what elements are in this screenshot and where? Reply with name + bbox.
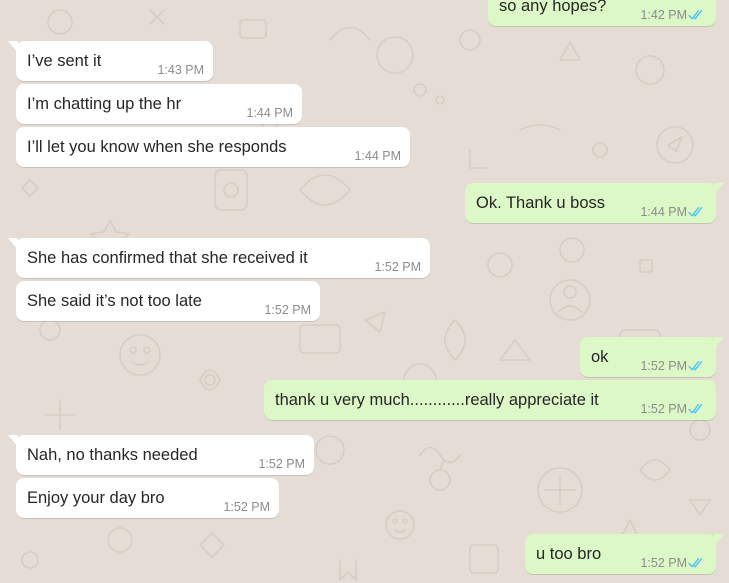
- message-timestamp: 1:52 PM: [374, 260, 421, 274]
- message-timestamp: 1:44 PM: [354, 149, 401, 163]
- message-bubble-incoming[interactable]: I’m chatting up the hr 1:44 PM: [16, 84, 302, 124]
- message-text: She said it’s not too late: [27, 292, 202, 310]
- bubble-tail: [8, 435, 18, 447]
- message-timestamp: 1:52 PM: [223, 500, 270, 514]
- message-bubble-incoming[interactable]: She has confirmed that she received it 1…: [8, 238, 430, 278]
- message-text: I’ll let you know when she responds: [27, 138, 287, 156]
- message-timestamp: 1:52 PM: [264, 303, 311, 317]
- bubble-tail: [714, 534, 724, 546]
- message-text: u too bro: [536, 545, 602, 563]
- message-text: She has confirmed that she received it: [27, 249, 308, 267]
- message-timestamp: 1:42 PM: [640, 8, 687, 22]
- message-timestamp: 1:52 PM: [258, 457, 305, 471]
- chat-background: so any hopes? 1:42 PM I’ve sent it 1:43 …: [0, 0, 729, 583]
- message-bubble-incoming[interactable]: I’ll let you know when she responds 1:44…: [16, 127, 410, 167]
- message-bubble-outgoing[interactable]: ok 1:52 PM: [580, 337, 724, 377]
- message-bubble-incoming[interactable]: She said it’s not too late 1:52 PM: [16, 281, 320, 321]
- message-text: Nah, no thanks needed: [27, 446, 198, 464]
- message-timestamp: 1:44 PM: [640, 205, 687, 219]
- message-timestamp: 1:52 PM: [640, 402, 687, 416]
- bubble-tail: [714, 183, 724, 195]
- message-bubble-incoming[interactable]: Nah, no thanks needed 1:52 PM: [8, 435, 314, 475]
- message-bubble-incoming[interactable]: I’ve sent it 1:43 PM: [8, 41, 213, 81]
- message-text: thank u very much............really appr…: [275, 391, 599, 409]
- read-receipt-icon: [688, 404, 703, 414]
- message-text: Enjoy your day bro: [27, 489, 165, 507]
- message-text: so any hopes?: [499, 0, 607, 15]
- message-text: I’ve sent it: [27, 52, 102, 70]
- bubble-tail: [714, 337, 724, 349]
- message-bubble-outgoing[interactable]: so any hopes? 1:42 PM: [488, 0, 716, 26]
- message-bubble-incoming[interactable]: Enjoy your day bro 1:52 PM: [16, 478, 279, 518]
- message-timestamp: 1:43 PM: [157, 63, 204, 77]
- bubble-tail: [8, 41, 18, 53]
- message-text: Ok. Thank u boss: [476, 194, 606, 212]
- message-timestamp: 1:44 PM: [246, 106, 293, 120]
- message-bubble-outgoing[interactable]: u too bro 1:52 PM: [525, 534, 724, 574]
- message-bubble-outgoing[interactable]: thank u very much............really appr…: [264, 380, 716, 420]
- read-receipt-icon: [688, 207, 703, 217]
- read-receipt-icon: [688, 558, 703, 568]
- message-text: ok: [591, 348, 609, 366]
- read-receipt-icon: [688, 361, 703, 371]
- message-timestamp: 1:52 PM: [640, 359, 687, 373]
- read-receipt-icon: [688, 10, 703, 20]
- message-timestamp: 1:52 PM: [640, 556, 687, 570]
- bubble-tail: [8, 238, 18, 250]
- message-text: I’m chatting up the hr: [27, 95, 182, 113]
- message-bubble-outgoing[interactable]: Ok. Thank u boss 1:44 PM: [465, 183, 724, 223]
